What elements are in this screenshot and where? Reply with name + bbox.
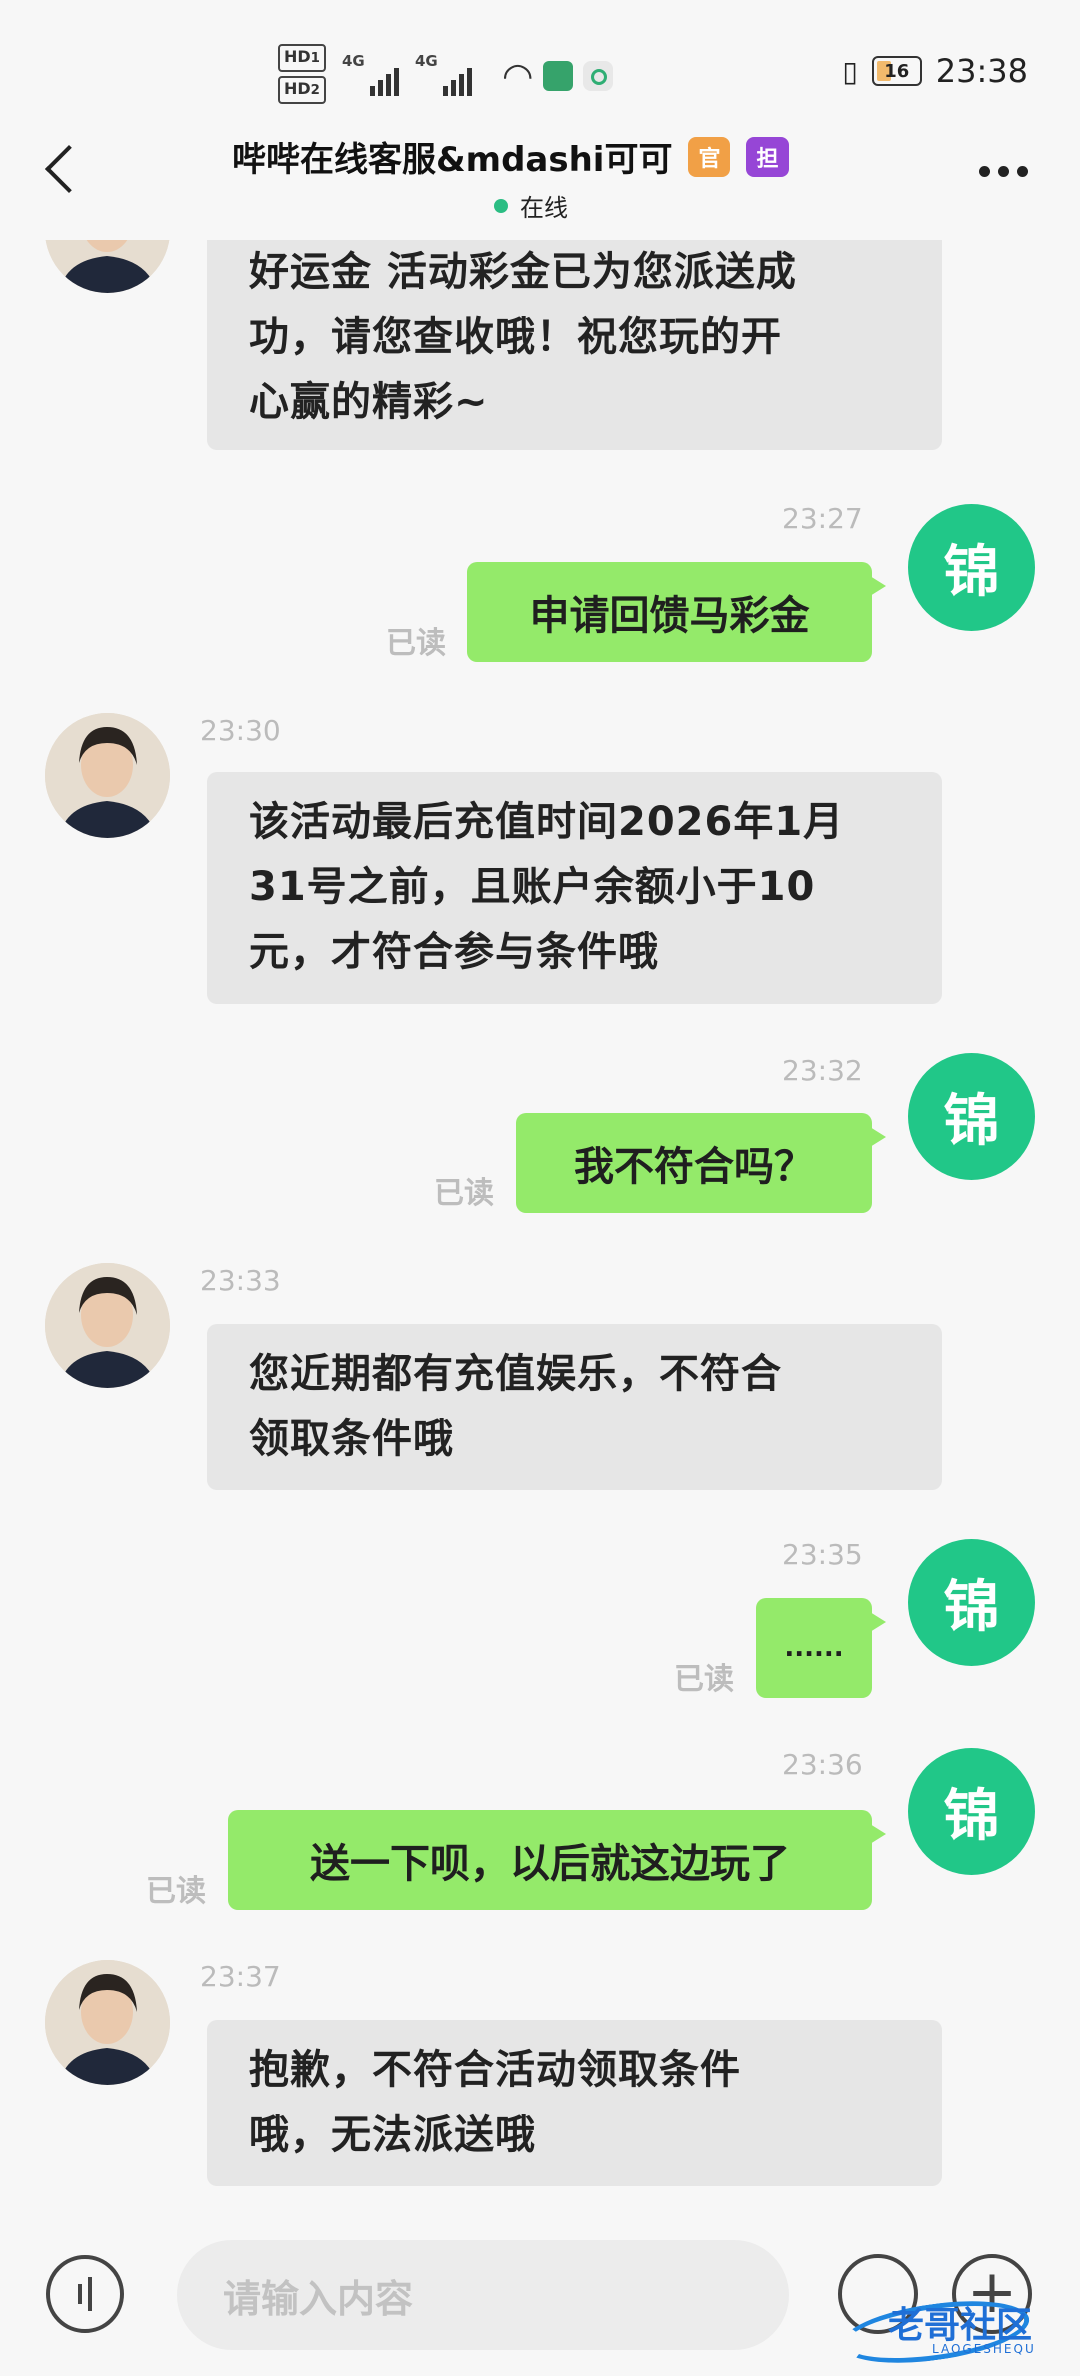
read-receipt: 已读 — [434, 1176, 494, 1211]
app-notification-icon — [543, 61, 574, 91]
message-time: 23:33 — [200, 1264, 281, 1297]
wifi-icon: ◠ — [501, 55, 534, 97]
hd-indicators: HD1 HD2 — [278, 44, 326, 108]
signal2-icon: 4G — [415, 52, 472, 96]
read-receipt: 已读 — [146, 1874, 206, 1909]
message-time: 23:27 — [782, 502, 863, 535]
message-time: 23:35 — [782, 1538, 863, 1571]
chat-title: 哔哔在线客服&mdashi可可 — [232, 140, 673, 180]
my-message-bubble[interactable]: 我不符合吗？ — [516, 1113, 886, 1213]
my-message-bubble[interactable]: 送一下呗，以后就这边玩了 — [228, 1810, 886, 1910]
read-receipt: 已读 — [386, 626, 446, 661]
message-time: 23:37 — [200, 1960, 281, 1993]
title-group: 哔哔在线客服&mdashi可可 官 担 — [232, 132, 789, 181]
watermark-text: 老哥社区 — [888, 2305, 1033, 2346]
cs-avatar[interactable] — [45, 1263, 170, 1388]
cs-avatar[interactable] — [45, 713, 170, 838]
online-status: 在线 — [494, 188, 568, 223]
cs-message-bubble[interactable]: 抱歉，不符合活动领取条件 哦，无法派送哦 — [207, 2020, 942, 2186]
status-right: ▯ 16 23:38 — [842, 52, 1028, 90]
clock: 23:38 — [935, 52, 1028, 90]
my-avatar[interactable]: 锦 — [908, 1539, 1035, 1666]
my-message-bubble[interactable]: 申请回馈马彩金 — [467, 562, 886, 662]
watermark-subtext: LAOGESHEQU — [932, 2342, 1036, 2356]
cs-avatar[interactable] — [45, 1960, 170, 2085]
cs-avatar[interactable] — [45, 240, 170, 293]
guarantee-badge: 担 — [746, 136, 789, 177]
read-receipt: 已读 — [674, 1662, 734, 1697]
online-label: 在线 — [520, 194, 568, 222]
status-bar: HD1 HD2 4G 4G ◠ ▯ 16 23:38 — [0, 0, 1080, 130]
message-time: 23:30 — [200, 714, 281, 747]
vibrate-icon: ▯ — [842, 54, 858, 88]
official-badge: 官 — [688, 136, 731, 177]
message-list[interactable]: 好运金 活动彩金已为您派送成 功，请您查收哦！祝您玩的开 心赢的精彩~ 23:2… — [0, 240, 1080, 2210]
hd2-badge: HD2 — [278, 76, 326, 104]
my-avatar[interactable]: 锦 — [908, 504, 1035, 631]
watermark-logo: 老哥社区 LAOGESHEQU — [837, 2290, 1060, 2373]
signal1-icon: 4G — [342, 52, 399, 96]
message-input[interactable]: 请输入内容 — [177, 2240, 789, 2350]
message-time: 23:32 — [782, 1054, 863, 1087]
status-left: HD1 HD2 4G 4G ◠ — [278, 44, 614, 108]
cs-message-bubble[interactable]: 好运金 活动彩金已为您派送成 功，请您查收哦！祝您玩的开 心赢的精彩~ — [207, 240, 942, 450]
app-notification2-icon — [583, 61, 614, 91]
hd1-badge: HD1 — [278, 44, 326, 72]
my-avatar[interactable]: 锦 — [908, 1748, 1035, 1875]
battery-icon: 16 — [871, 56, 922, 86]
chat-header: 哔哔在线客服&mdashi可可 官 担 在线 — [0, 130, 1080, 240]
voice-input-icon[interactable] — [46, 2255, 124, 2333]
cs-message-bubble[interactable]: 您近期都有充值娱乐，不符合 领取条件哦 — [207, 1324, 942, 1490]
my-avatar[interactable]: 锦 — [908, 1053, 1035, 1180]
more-options-icon[interactable] — [979, 166, 1028, 177]
online-dot-icon — [494, 198, 508, 213]
cs-message-bubble[interactable]: 该活动最后充值时间2026年1月 31号之前，且账户余额小于10 元，才符合参与… — [207, 772, 942, 1004]
message-time: 23:36 — [782, 1748, 863, 1781]
back-arrow-icon[interactable] — [44, 144, 94, 194]
my-message-bubble[interactable]: ...... — [756, 1598, 886, 1698]
